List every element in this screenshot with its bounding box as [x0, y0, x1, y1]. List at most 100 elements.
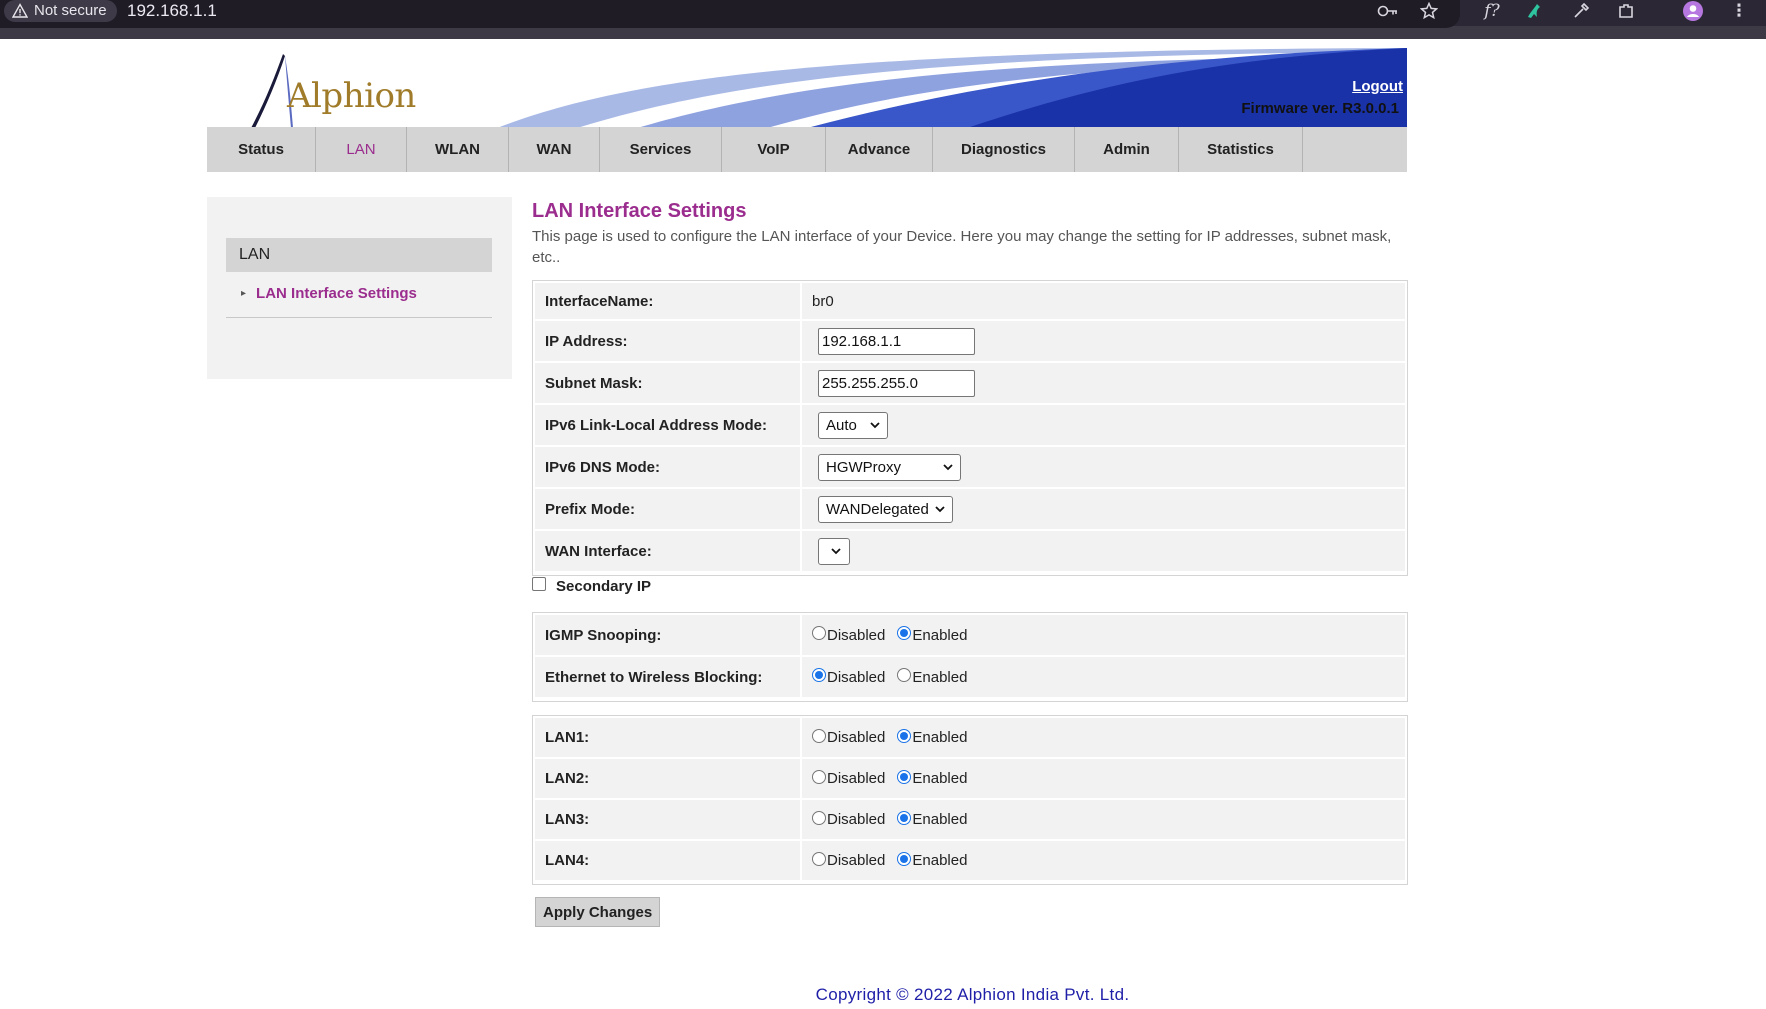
igmp-enabled-radio[interactable]: Enabled — [897, 626, 968, 644]
extension-bird-icon[interactable] — [1523, 0, 1547, 22]
radio-label: Enabled — [912, 770, 968, 787]
lan3-enabled-radio[interactable]: Enabled — [897, 810, 968, 828]
snooping-panel: IGMP Snooping: Disabled Enabled Ethernet… — [532, 612, 1408, 702]
radio-label: Disabled — [827, 811, 886, 828]
sidebar-divider — [226, 317, 492, 318]
lan4-enabled-radio[interactable]: Enabled — [897, 851, 967, 869]
sidebar-item-lan-interface-settings[interactable]: ▸ LAN Interface Settings — [241, 285, 417, 302]
secondary-ip-option[interactable]: Secondary IP — [532, 576, 651, 595]
subnet-mask-input[interactable] — [818, 369, 975, 397]
row-lan4: LAN4: Disabled Enabled — [535, 841, 1405, 882]
star-icon[interactable] — [1417, 0, 1441, 22]
ipv6-link-local-label: IPv6 Link-Local Address Mode: — [535, 405, 800, 445]
profile-icon[interactable] — [1681, 0, 1705, 22]
lan2-enabled-radio[interactable]: Enabled — [897, 769, 968, 787]
row-lan2: LAN2: Disabled Enabled — [535, 759, 1405, 800]
nav-status[interactable]: Status — [207, 127, 316, 172]
chevron-down-icon — [870, 422, 880, 429]
radio-dot[interactable] — [897, 851, 912, 866]
lan2-label: LAN2: — [535, 759, 800, 798]
eyedropper-icon[interactable] — [1569, 0, 1593, 22]
formula-icon[interactable]: f? — [1480, 0, 1504, 22]
row-interface-name: InterfaceName: br0 — [535, 283, 1405, 321]
row-ipv6-link-local: IPv6 Link-Local Address Mode: Auto — [535, 405, 1405, 447]
radio-dot[interactable] — [897, 668, 912, 682]
ip-address-label: IP Address: — [535, 321, 800, 361]
nav-admin[interactable]: Admin — [1075, 127, 1179, 172]
row-prefix-mode: Prefix Mode: WANDelegated — [535, 489, 1405, 531]
page-title: LAN Interface Settings — [532, 200, 747, 222]
row-lan3: LAN3: Disabled Enabled — [535, 800, 1405, 841]
lan3-disabled-radio[interactable]: Disabled — [812, 810, 886, 828]
prefix-mode-select[interactable]: WANDelegated — [818, 495, 953, 523]
interface-settings-panel: InterfaceName: br0 IP Address: Subnet Ma… — [532, 280, 1408, 576]
nav-voip[interactable]: VoIP — [722, 127, 826, 172]
interface-name-label: InterfaceName: — [535, 283, 800, 319]
warning-icon — [12, 3, 28, 18]
nav-services[interactable]: Services — [600, 127, 722, 172]
nav-statistics[interactable]: Statistics — [1179, 127, 1303, 172]
radio-dot[interactable] — [897, 810, 912, 825]
igmp-disabled-radio[interactable]: Disabled — [812, 626, 886, 644]
chevron-right-icon: ▸ — [241, 288, 247, 299]
lan2-disabled-radio[interactable]: Disabled — [812, 769, 885, 787]
radio-dot[interactable] — [812, 851, 826, 866]
ipv6-link-local-selected: Auto — [826, 416, 857, 434]
nav-advance[interactable]: Advance — [826, 127, 933, 172]
subnet-mask-label: Subnet Mask: — [535, 363, 800, 403]
radio-dot[interactable] — [812, 668, 826, 682]
eth-block-enabled-radio[interactable]: Enabled — [897, 668, 967, 686]
lan1-label: LAN1: — [535, 718, 800, 757]
radio-label: Enabled — [912, 626, 968, 644]
ipv6-link-local-select[interactable]: Auto — [818, 411, 888, 439]
radio-label: Enabled — [912, 811, 968, 828]
nav-lan[interactable]: LAN — [316, 127, 407, 172]
radio-label: Disabled — [827, 626, 886, 644]
nav-diagnostics[interactable]: Diagnostics — [933, 127, 1075, 172]
ethernet-blocking-label: Ethernet to Wireless Blocking: — [535, 657, 800, 697]
radio-dot[interactable] — [897, 728, 912, 743]
row-subnet-mask: Subnet Mask: — [535, 363, 1405, 405]
ipv6-dns-mode-select[interactable]: HGWProxy — [818, 453, 961, 481]
radio-label: Disabled — [827, 852, 886, 869]
radio-dot[interactable] — [897, 769, 912, 784]
sidebar-heading: LAN — [226, 238, 492, 272]
lan-ports-panel: LAN1: Disabled Enabled LAN2: Disabled En… — [532, 715, 1408, 885]
ip-address-input[interactable] — [818, 327, 975, 355]
key-icon[interactable] — [1376, 0, 1400, 22]
secondary-ip-checkbox[interactable] — [532, 576, 546, 591]
ipv6-dns-mode-label: IPv6 DNS Mode: — [535, 447, 800, 487]
extensions-icon[interactable] — [1614, 0, 1638, 22]
eth-block-disabled-radio[interactable]: Disabled — [812, 668, 885, 686]
lan4-label: LAN4: — [535, 841, 800, 880]
wan-interface-select[interactable] — [818, 537, 850, 565]
radio-dot[interactable] — [812, 626, 826, 640]
radio-label: Enabled — [912, 729, 968, 746]
ipv6-dns-mode-selected: HGWProxy — [826, 458, 901, 476]
radio-dot[interactable] — [812, 769, 826, 784]
apply-changes-button[interactable]: Apply Changes — [535, 897, 661, 927]
nav-wan[interactable]: WAN — [509, 127, 600, 172]
security-indicator[interactable]: Not secure — [4, 0, 117, 22]
url-text[interactable]: 192.168.1.1 — [127, 0, 217, 22]
lan3-label: LAN3: — [535, 800, 800, 839]
row-wan-interface: WAN Interface: — [535, 531, 1405, 573]
radio-dot[interactable] — [897, 626, 912, 640]
radio-dot[interactable] — [812, 728, 826, 743]
chevron-down-icon — [935, 506, 945, 513]
nav-wlan[interactable]: WLAN — [407, 127, 509, 172]
address-bar[interactable]: Not secure 192.168.1.1 — [0, 0, 1460, 28]
chevron-down-icon — [943, 464, 953, 471]
more-icon[interactable]: ⋮ — [1727, 0, 1751, 22]
chevron-down-icon — [831, 548, 841, 555]
lan4-disabled-radio[interactable]: Disabled — [812, 851, 886, 869]
row-ethernet-wireless-blocking: Ethernet to Wireless Blocking: Disabled … — [535, 657, 1405, 699]
logo-text: Alphion — [287, 76, 416, 116]
firmware-version: Firmware ver. R3.0.0.1 — [1241, 100, 1399, 117]
radio-dot[interactable] — [812, 810, 826, 825]
prefix-mode-selected: WANDelegated — [826, 500, 929, 518]
sidebar: LAN ▸ LAN Interface Settings — [207, 197, 512, 379]
lan1-enabled-radio[interactable]: Enabled — [897, 728, 968, 746]
lan1-disabled-radio[interactable]: Disabled — [812, 728, 885, 746]
logout-link[interactable]: Logout — [1352, 78, 1403, 95]
